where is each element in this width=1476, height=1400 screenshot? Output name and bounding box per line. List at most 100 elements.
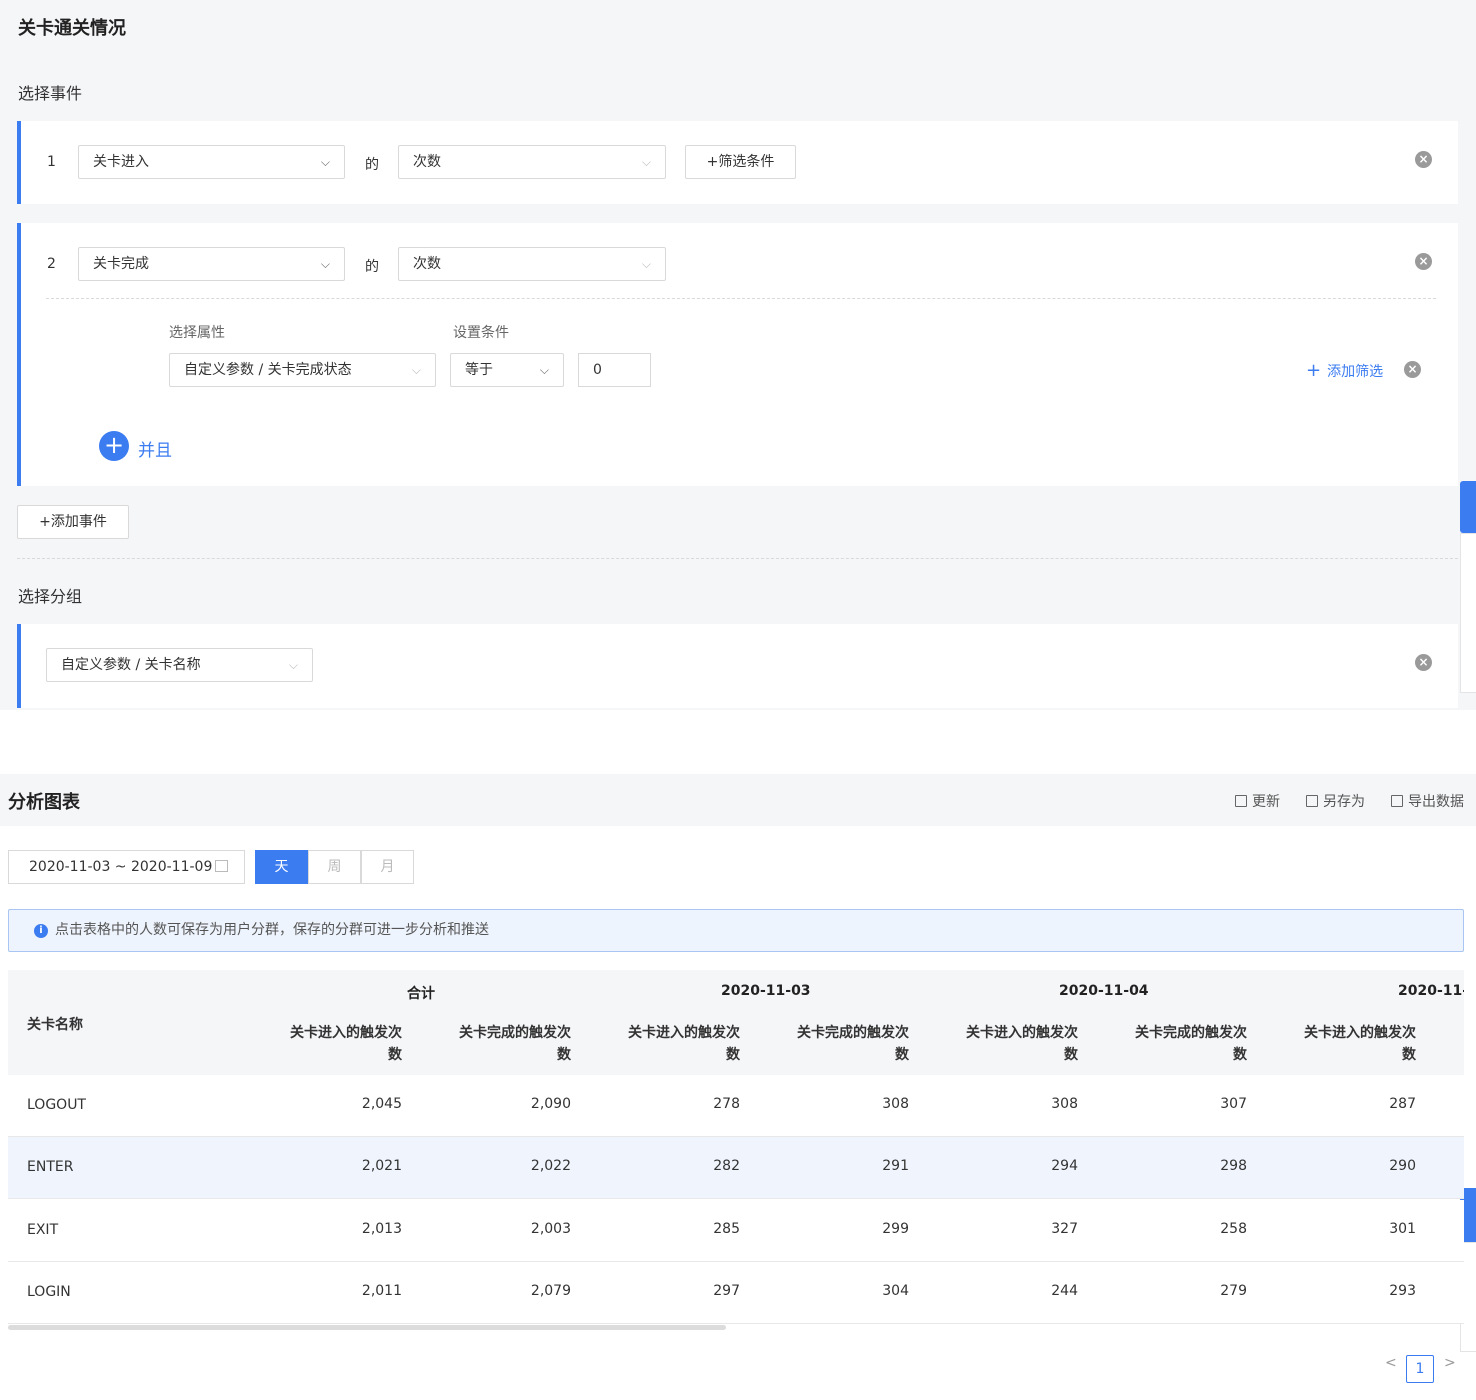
cell-value[interactable]: 304 (759, 1283, 909, 1299)
event-index: 1 (47, 154, 56, 170)
granularity-week[interactable]: 周 (308, 850, 361, 884)
cell-value[interactable]: 2,079 (421, 1283, 571, 1299)
cell-value[interactable]: 278 (590, 1096, 740, 1112)
cell-value[interactable]: 294 (928, 1158, 1078, 1174)
column-header[interactable]: 关卡完成的触发次 数 (421, 1022, 571, 1066)
column-header-line: 关卡完成的触发次 (459, 1025, 571, 1041)
column-header[interactable]: 关卡进入的触发次 数 (252, 1022, 402, 1066)
cell-value[interactable]: 2,013 (252, 1221, 402, 1237)
group-header: 2020-11-0 (1398, 983, 1464, 999)
row-name: LOGIN (27, 1284, 71, 1300)
column-header-line: 数 (1402, 1047, 1416, 1063)
info-icon: i (34, 924, 48, 938)
divider (17, 558, 1458, 559)
cell-value[interactable]: 293 (1266, 1283, 1416, 1299)
group-select-value: 自定义参数 / 关卡名称 (61, 657, 201, 673)
prev-page-button[interactable]: < (1385, 1355, 1397, 1371)
column-header[interactable]: 关卡进入的触发次 数 (590, 1022, 740, 1066)
column-header[interactable]: 关卡进入的触发次 数 (1266, 1022, 1416, 1066)
cell-value[interactable]: 290 (1266, 1158, 1416, 1174)
cell-value[interactable]: 2,022 (421, 1158, 571, 1174)
add-event-button[interactable]: +添加事件 (17, 505, 129, 539)
add-filter-link[interactable]: + 添加筛选 (1306, 360, 1383, 381)
remove-filter-icon[interactable]: × (1404, 361, 1421, 378)
cell-value[interactable]: 327 (928, 1221, 1078, 1237)
calendar-icon (215, 860, 228, 872)
plus-icon: + (1306, 360, 1322, 381)
remove-group-icon[interactable]: × (1415, 654, 1432, 671)
chevron-down-icon: ⌵ (641, 155, 651, 169)
cell-value[interactable]: 299 (759, 1221, 909, 1237)
column-header-line: 关卡完成的触发次 (797, 1025, 909, 1041)
chevron-down-icon: ⌵ (320, 257, 330, 271)
cell-value[interactable]: 282 (590, 1158, 740, 1174)
date-range-picker[interactable]: 2020-11-03 ~ 2020-11-09 (8, 850, 245, 884)
add-filter-condition-button[interactable]: +筛选条件 (685, 145, 796, 179)
column-header-name: 关卡名称 (27, 1017, 83, 1033)
column-header[interactable]: 关卡进入的触发次 数 (928, 1022, 1078, 1066)
column-header-line: 关卡进入的触发次 (1304, 1025, 1416, 1041)
table-row: LOGIN 2,011 2,079 297 304 244 279 293 (8, 1262, 1464, 1324)
attribute-select[interactable]: 自定义参数 / 关卡完成状态 ⌵ (169, 353, 436, 387)
analysis-title: 分析图表 (8, 792, 80, 813)
save-icon (1235, 795, 1247, 807)
group-header: 2020-11-04 (1059, 983, 1149, 999)
export-data-button[interactable]: 导出数据 (1391, 791, 1464, 811)
cell-value[interactable]: 244 (928, 1283, 1078, 1299)
operator-select[interactable]: 等于 ⌵ (450, 353, 564, 387)
operator-select-value: 等于 (465, 362, 493, 378)
cell-value[interactable]: 2,011 (252, 1283, 402, 1299)
cell-value[interactable]: 307 (1097, 1096, 1247, 1112)
data-table: 关卡名称 合计 2020-11-03 2020-11-04 2020-11-0 … (8, 970, 1464, 1328)
cell-value[interactable]: 2,003 (421, 1221, 571, 1237)
chevron-down-icon: ⌵ (320, 155, 330, 169)
cell-value[interactable]: 2,045 (252, 1096, 402, 1112)
save-as-button[interactable]: 另存为 (1306, 791, 1365, 811)
header-actions: 更新 另存为 导出数据 (1235, 791, 1464, 811)
cell-value[interactable]: 308 (759, 1096, 909, 1112)
column-header-line: 关卡进入的触发次 (290, 1025, 402, 1041)
share-icon (1306, 795, 1318, 807)
refresh-button[interactable]: 更新 (1235, 791, 1280, 811)
of-label: 的 (365, 157, 379, 173)
column-header[interactable]: 关卡完成的触发次 数 (1097, 1022, 1247, 1066)
column-header[interactable]: 关卡完成的触发次 数 (759, 1022, 909, 1066)
metric-select[interactable]: 次数 ⌵ (398, 247, 666, 281)
group-select[interactable]: 自定义参数 / 关卡名称 ⌵ (46, 648, 313, 682)
save-as-label: 另存为 (1323, 794, 1365, 810)
cell-value[interactable]: 291 (759, 1158, 909, 1174)
of-label: 的 (365, 259, 379, 275)
side-float-panel[interactable] (1460, 533, 1476, 693)
cell-value[interactable]: 308 (928, 1096, 1078, 1112)
cell-value[interactable]: 2,021 (252, 1158, 402, 1174)
date-range-value: 2020-11-03 ~ 2020-11-09 (29, 859, 213, 875)
cell-value[interactable]: 2,090 (421, 1096, 571, 1112)
cell-value[interactable]: 301 (1266, 1221, 1416, 1237)
event-select[interactable]: 关卡完成 ⌵ (78, 247, 345, 281)
and-condition-label[interactable]: 并且 (138, 436, 172, 461)
cell-value[interactable]: 279 (1097, 1283, 1247, 1299)
granularity-day[interactable]: 天 (255, 850, 308, 884)
row-name: LOGOUT (27, 1097, 86, 1113)
page-1-button[interactable]: 1 (1406, 1355, 1434, 1383)
event-select[interactable]: 关卡进入 ⌵ (78, 145, 345, 179)
select-event-label: 选择事件 (18, 84, 83, 103)
horizontal-scrollbar[interactable] (8, 1325, 726, 1330)
attribute-select-value: 自定义参数 / 关卡完成状态 (184, 362, 352, 378)
event-card-2: 2 关卡完成 ⌵ 的 次数 ⌵ × 选择属性 设置条件 自定义参数 / 关卡完成… (17, 223, 1458, 486)
next-page-button[interactable]: > (1444, 1355, 1456, 1371)
cell-value[interactable]: 258 (1097, 1221, 1247, 1237)
granularity-month[interactable]: 月 (361, 850, 414, 884)
table-header: 关卡名称 合计 2020-11-03 2020-11-04 2020-11-0 … (8, 970, 1464, 1075)
side-float-tab[interactable] (1460, 481, 1476, 533)
cell-value[interactable]: 285 (590, 1221, 740, 1237)
cell-value[interactable]: 297 (590, 1283, 740, 1299)
condition-value-input[interactable]: 0 (578, 353, 651, 387)
cell-value[interactable]: 287 (1266, 1096, 1416, 1112)
remove-event-icon[interactable]: × (1415, 151, 1432, 168)
add-and-condition-icon[interactable]: + (99, 431, 129, 461)
cell-value[interactable]: 298 (1097, 1158, 1247, 1174)
metric-select[interactable]: 次数 ⌵ (398, 145, 666, 179)
group-card: 自定义参数 / 关卡名称 ⌵ × (17, 624, 1458, 708)
remove-event-icon[interactable]: × (1415, 253, 1432, 270)
